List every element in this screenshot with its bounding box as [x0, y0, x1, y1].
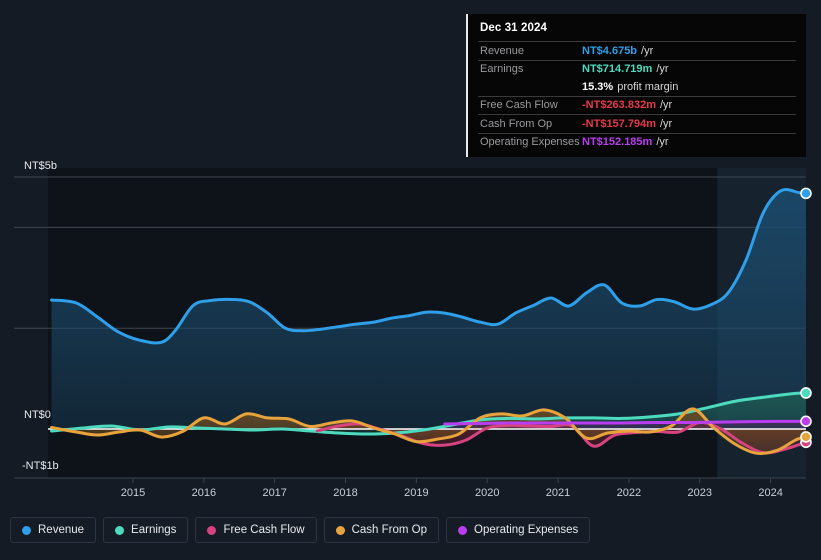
tooltip-row-value: -NT$263.832m	[582, 99, 656, 111]
x-axis-tick-2024: 2024	[758, 487, 782, 499]
legend-item-earnings[interactable]: Earnings	[103, 517, 188, 543]
tooltip-row-unit: /yr	[641, 45, 653, 57]
legend-item-label: Operating Expenses	[474, 524, 578, 536]
tooltip-row-value: 15.3%	[582, 81, 613, 93]
tooltip-date: Dec 31 2024	[478, 22, 796, 41]
legend-color-dot-icon	[207, 526, 216, 535]
tooltip-row-revenue: RevenueNT$4.675b/yr	[478, 41, 796, 60]
tooltip-row-value: NT$714.719m	[582, 63, 652, 75]
tooltip-row-value: -NT$157.794m	[582, 118, 656, 130]
x-axis-tick-2017: 2017	[262, 487, 286, 499]
x-axis-tick-2021: 2021	[546, 487, 570, 499]
chart-legend: Revenue Earnings Free Cash Flow Cash From O…	[10, 517, 590, 543]
tooltip-rows: RevenueNT$4.675b/yrEarningsNT$714.719m/y…	[478, 41, 796, 151]
x-axis-tick-2015: 2015	[121, 487, 145, 499]
tooltip-row-operating-expenses: Operating ExpensesNT$152.185m/yr	[478, 133, 796, 152]
tooltip-row-label: Earnings	[480, 63, 582, 75]
legend-color-dot-icon	[115, 526, 124, 535]
legend-color-dot-icon	[22, 526, 31, 535]
legend-item-label: Earnings	[131, 524, 176, 536]
y-axis-label-zero: NT$0	[24, 409, 51, 421]
tooltip-row-earnings: EarningsNT$714.719m/yr	[478, 60, 796, 79]
tooltip-row-unit: /yr	[656, 63, 668, 75]
tooltip-row-label: Revenue	[480, 45, 582, 57]
tooltip-row-unit: /yr	[660, 118, 672, 130]
data-tooltip: Dec 31 2024 RevenueNT$4.675b/yrEarningsN…	[466, 14, 806, 157]
tooltip-row-value: NT$152.185m	[582, 136, 652, 148]
legend-item-revenue[interactable]: Revenue	[10, 517, 96, 543]
tooltip-row-unit: profit margin	[617, 81, 678, 93]
x-axis-tick-2020: 2020	[475, 487, 499, 499]
tooltip-row-unit: /yr	[656, 136, 668, 148]
tooltip-row-label: Free Cash Flow	[480, 99, 582, 111]
tooltip-row-cash-from-op: Cash From Op-NT$157.794m/yr	[478, 114, 796, 133]
tooltip-row-unit: /yr	[660, 99, 672, 111]
legend-item-operating-expenses[interactable]: Operating Expenses	[446, 517, 590, 543]
x-axis-tick-2016: 2016	[192, 487, 216, 499]
x-axis-tick-2022: 2022	[617, 487, 641, 499]
x-axis-tick-2023: 2023	[687, 487, 711, 499]
y-axis-label-bottom: -NT$1b	[22, 460, 59, 472]
legend-item-label: Cash From Op	[352, 524, 427, 536]
legend-color-dot-icon	[336, 526, 345, 535]
legend-item-cash-from-op[interactable]: Cash From Op	[324, 517, 439, 543]
legend-item-label: Free Cash Flow	[223, 524, 304, 536]
x-axis-tick-2019: 2019	[404, 487, 428, 499]
legend-item-label: Revenue	[38, 524, 84, 536]
tooltip-row-free-cash-flow: Free Cash Flow-NT$263.832m/yr	[478, 96, 796, 115]
tooltip-row-label: Operating Expenses	[480, 136, 582, 148]
x-axis-tick-2018: 2018	[333, 487, 357, 499]
tooltip-row-profit-margin: 15.3% profit margin	[478, 78, 796, 96]
legend-color-dot-icon	[458, 526, 467, 535]
legend-item-free-cash-flow[interactable]: Free Cash Flow	[195, 517, 316, 543]
y-axis-label-top: NT$5b	[24, 160, 57, 172]
tooltip-row-label: Cash From Op	[480, 118, 582, 130]
financial-chart: NT$5b NT$0 -NT$1b 2015 2016 2017 2018 2019 20…	[0, 0, 821, 560]
tooltip-row-value: NT$4.675b	[582, 45, 637, 57]
